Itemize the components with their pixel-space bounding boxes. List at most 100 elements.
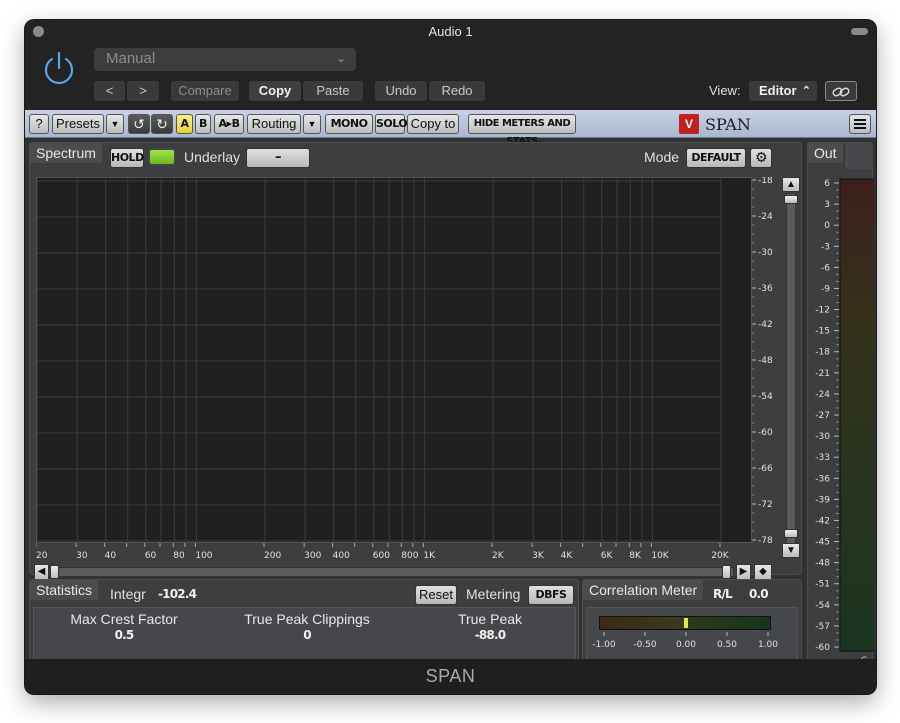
db-label: -30 — [758, 248, 773, 258]
underlay-select[interactable]: – — [246, 148, 310, 168]
spectrum-plot[interactable] — [36, 177, 752, 544]
metering-select[interactable]: DBFS — [528, 585, 574, 605]
triangle-down-icon: ▼ — [307, 119, 317, 129]
meter-scale-label: -24 — [815, 390, 830, 400]
link-button[interactable] — [825, 81, 857, 101]
mode-label: Mode — [644, 149, 680, 165]
triangle-left-icon: ◀ — [37, 566, 46, 577]
freq-label: 60 — [145, 551, 157, 561]
settings-button[interactable]: ⚙ — [750, 148, 772, 168]
db-label: -36 — [758, 284, 773, 294]
window-expand-pill[interactable] — [851, 28, 868, 35]
db-scroll-thumb-bottom[interactable] — [784, 529, 798, 538]
redo-plugin-button[interactable]: ↻ — [151, 114, 173, 134]
undo-button[interactable]: Undo — [375, 81, 427, 101]
undo-plugin-button[interactable]: ↺ — [128, 114, 150, 134]
correlation-scale-label: 0.50 — [717, 640, 737, 650]
scroll-up-button[interactable]: ▲ — [782, 177, 800, 192]
true-peak-clippings-value: 0 — [303, 628, 311, 642]
copy-button[interactable]: Copy — [249, 81, 301, 101]
freq-scroll-thumb-left[interactable] — [50, 565, 59, 579]
meter-scale-label: -48 — [815, 559, 830, 569]
triangle-right-icon: ▶ — [739, 566, 748, 577]
view-label: View: — [709, 83, 741, 98]
meter-scale-label: -27 — [815, 411, 830, 421]
hold-toggle-led[interactable] — [148, 148, 176, 166]
diamond-icon: ◆ — [759, 566, 767, 577]
correlation-scale-label: -0.50 — [633, 640, 657, 650]
true-peak-label: True Peak — [457, 611, 523, 627]
slot-b-button[interactable]: B — [195, 114, 211, 134]
copy-to-button[interactable]: Copy to — [407, 114, 459, 134]
power-icon[interactable] — [40, 50, 78, 88]
db-label: -60 — [758, 428, 773, 438]
metering-label: Metering — [466, 586, 521, 602]
freq-label: 600 — [373, 551, 390, 561]
correlation-scale: -1.00 -0.50 0.00 0.50 1.00 — [592, 632, 778, 650]
main-menu-button[interactable] — [849, 114, 871, 134]
zoom-reset-button[interactable]: ◆ — [754, 564, 772, 580]
plugin-toolbar: ? Presets ▼ ↺ ↻ A B A▸B Routing ▼ MONO S… — [25, 110, 876, 147]
paste-button[interactable]: Paste — [303, 81, 363, 101]
routing-dropdown-button[interactable]: ▼ — [303, 114, 321, 134]
reset-button[interactable]: Reset — [415, 585, 457, 605]
view-select[interactable]: Editor ⌃ — [749, 81, 817, 101]
meter-scale-label: 3 — [824, 200, 830, 210]
hamburger-icon-bar — [854, 127, 866, 129]
routing-button[interactable]: Routing — [247, 114, 301, 134]
db-label: -66 — [758, 464, 773, 474]
spectrum-panel: Spectrum HOLD Underlay – Mode DEFAULT ⚙ … — [29, 142, 802, 580]
preset-select[interactable]: Manual ⌄ — [94, 48, 356, 71]
solo-button[interactable]: SOLO — [375, 114, 408, 134]
underlay-label: Underlay — [184, 149, 241, 165]
freq-scroll-track[interactable] — [52, 567, 734, 577]
preset-select-value: Manual — [106, 50, 156, 67]
db-scroll-thumb-top[interactable] — [784, 195, 798, 204]
hamburger-icon-bar — [854, 123, 866, 125]
scroll-right-button[interactable]: ▶ — [736, 564, 751, 580]
scroll-left-button[interactable]: ◀ — [34, 564, 49, 580]
mono-button[interactable]: MONO — [325, 114, 373, 134]
db-label: -48 — [758, 356, 773, 366]
host-header: Audio 1 Manual ⌄ < > Compare Copy Paste … — [25, 20, 876, 110]
db-scrollbar[interactable]: ▲ ▼ — [782, 177, 800, 563]
true-peak-value: -88.0 — [474, 628, 506, 642]
correlation-scale-label: 1.00 — [758, 640, 778, 650]
db-scroll-track[interactable] — [786, 193, 796, 547]
prev-preset-button[interactable]: < — [94, 81, 125, 101]
spectrum-tab[interactable]: Spectrum — [30, 143, 102, 163]
a-to-b-button[interactable]: A▸B — [214, 114, 244, 134]
statistics-tab[interactable]: Statistics — [30, 580, 99, 600]
gear-icon: ⚙ — [754, 150, 768, 166]
db-label: -54 — [758, 392, 773, 402]
hold-button[interactable]: HOLD — [110, 148, 144, 168]
presets-dropdown-button[interactable]: ▼ — [106, 114, 124, 134]
mode-select[interactable]: DEFAULT — [686, 148, 746, 168]
hide-meters-button[interactable]: HIDE METERS AND STATS — [468, 114, 576, 147]
out-tab[interactable]: Out — [808, 143, 843, 163]
meter-scale-label: -18 — [815, 348, 830, 358]
meter-scale-label: -60 — [815, 643, 830, 653]
next-preset-button[interactable]: > — [127, 81, 159, 101]
meter-scale-label: -9 — [821, 284, 830, 294]
meter-scale-label: -6 — [821, 263, 830, 273]
redo-button[interactable]: Redo — [429, 81, 485, 101]
span-logo: V SPAN — [679, 113, 751, 135]
correlation-tab[interactable]: Correlation Meter — [583, 580, 704, 600]
output-meter-panel: Out 6 3 0 -3 -6 -9 -12 -15 -18 -21 -24 -27 -30 -33 -36… — [807, 142, 874, 677]
help-button[interactable]: ? — [29, 114, 49, 134]
db-label: -24 — [758, 212, 773, 222]
meter-bar — [839, 178, 874, 652]
freq-label: 8K — [629, 551, 642, 561]
scroll-down-button[interactable]: ▼ — [782, 543, 800, 558]
meter-scale-label: -39 — [815, 495, 830, 505]
slot-a-button[interactable]: A — [176, 114, 193, 134]
presets-button[interactable]: Presets — [52, 114, 104, 134]
freq-scroll-thumb-right[interactable] — [722, 565, 731, 579]
compare-button[interactable]: Compare — [171, 81, 239, 101]
voxengo-logo-icon: V — [679, 114, 699, 134]
freq-label: 1K — [423, 551, 436, 561]
max-crest-label: Max Crest Factor — [70, 611, 178, 627]
freq-label: 20K — [711, 551, 729, 561]
freq-label: 4K — [561, 551, 574, 561]
